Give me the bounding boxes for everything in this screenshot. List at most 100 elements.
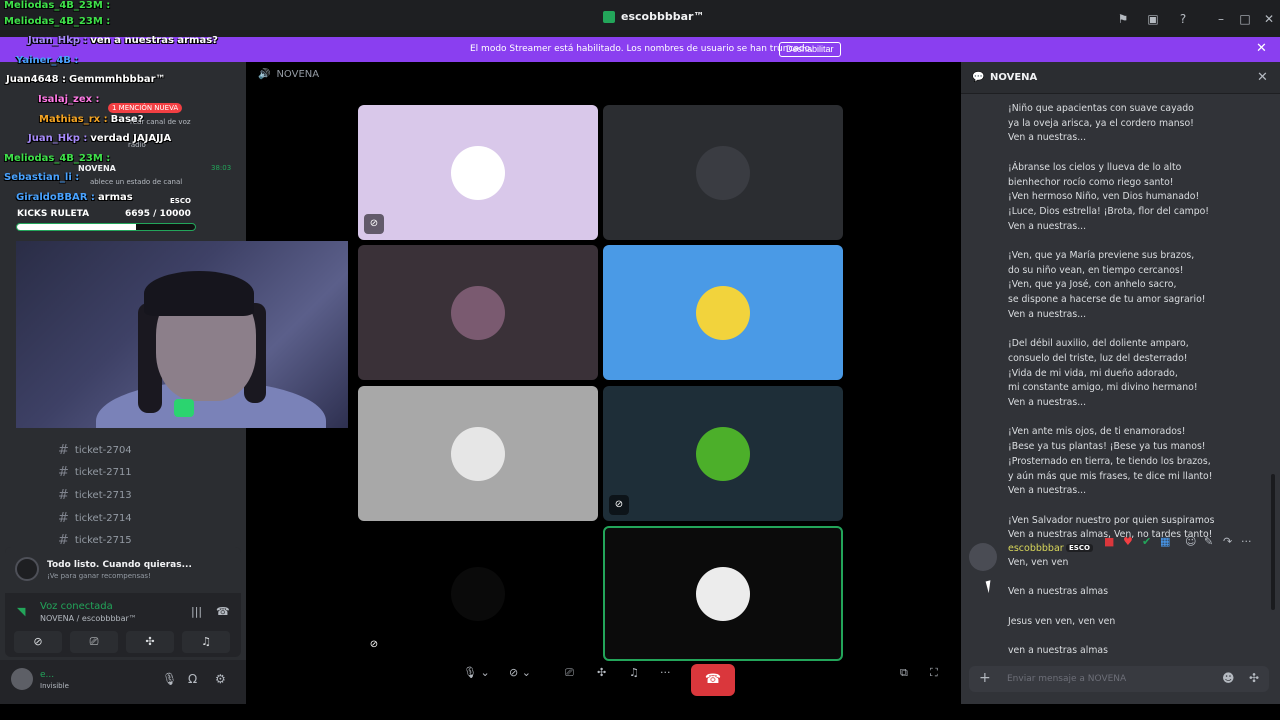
message-input[interactable] [1007, 671, 1207, 687]
webcam-mic [174, 399, 194, 417]
voice-connected-label[interactable]: Voz conectada [40, 601, 113, 612]
more-icon[interactable]: ··· [1241, 535, 1252, 548]
chat-poem-line: Ven a nuestras... [1008, 132, 1087, 144]
heart-reaction-icon[interactable]: ♥ [1123, 535, 1133, 548]
inbox-icon[interactable]: ▣ [1146, 12, 1160, 26]
chat-poem-line: ¡Ven hermoso Niño, ven Dios humanado! [1008, 191, 1200, 203]
microphone-icon[interactable]: 🎙 [162, 672, 177, 686]
chat-poem-line: bienhechor rocío como riego santo! [1008, 176, 1174, 188]
participant-avatar [696, 145, 750, 200]
chat-poem-line: ¡Bese ya tus plantas! ¡Bese ya tus manos… [1008, 441, 1206, 453]
chat-header: 💬 NOVENA ✕ [961, 62, 1280, 94]
close-icon[interactable]: ✕ [1262, 12, 1276, 26]
forward-icon[interactable]: ↷ [1223, 535, 1232, 548]
soundboard-button[interactable]: ♫ [182, 631, 230, 653]
screen-share-button[interactable]: ⎚ [70, 631, 118, 653]
rewards-subtitle: ¡Ve para ganar recompensas! [47, 572, 151, 580]
activities-button[interactable]: ✣ [126, 631, 174, 653]
image-reaction-icon[interactable]: ▦ [1160, 535, 1170, 548]
chat-text: Gemmmhbbbar™ [69, 74, 166, 85]
chat-poem-line: Ven a nuestras... [1008, 485, 1087, 497]
author-name[interactable]: escobbbbar [1008, 543, 1064, 554]
radio-hint: radio [128, 141, 146, 149]
chat-user: Meliodas_4B_23M : [4, 16, 111, 27]
activities-icon[interactable]: ✣ [597, 666, 606, 679]
chat-poem-line: se dispone a hacerse de tu amor sagrario… [1008, 294, 1206, 306]
hang-up-button[interactable]: ☎ [691, 664, 735, 696]
participant-tile[interactable] [603, 105, 843, 240]
participant-tile[interactable] [358, 386, 598, 521]
settings-gear-icon[interactable]: ⚙ [215, 672, 226, 686]
chat-poem-line: ¡Ven, que ya José, con anhelo sacro, [1008, 279, 1177, 291]
mention-badge[interactable]: 1 MENCIÓN NUEVA [108, 103, 183, 113]
camera-toggle-icon[interactable]: ⊘ ⌄ [509, 666, 531, 679]
headphones-icon[interactable]: Ω [188, 672, 197, 686]
chat-user: Mathias_rx : [39, 114, 108, 125]
channel-ticket-2713[interactable]: # ticket-2713 [58, 485, 132, 505]
chat-poem-line: ¡Ven ante mis ojos, de ti enamorados! [1008, 426, 1186, 438]
mic-toggle-icon[interactable]: 🎙 ⌄ [463, 666, 490, 679]
overlay-channel-label: NOVENA [78, 164, 116, 173]
chat-message: Jesus ven ven, ven ven [1008, 616, 1116, 627]
hash-icon: # [58, 442, 69, 458]
chat-user: Yainer_4B : [16, 55, 79, 66]
camera-off-button[interactable]: ⊘ [14, 631, 62, 653]
screen-share-icon[interactable]: ⎚ [565, 666, 574, 680]
channel-label: ticket-2715 [74, 534, 132, 546]
channel-ticket-2714[interactable]: # ticket-2714 [58, 508, 132, 528]
overlay-chat-line: Meliodas_4B_23M : [4, 153, 113, 164]
help-icon[interactable]: ? [1176, 12, 1190, 26]
chat-user: Sebastian_li : [4, 172, 80, 183]
avatar[interactable] [11, 668, 33, 690]
chat-poem-line: ¡Del débil auxilio, del doliente amparo, [1008, 338, 1189, 350]
disable-streamer-mode-button[interactable]: Deshabilitar [779, 42, 841, 57]
stage-header: 🔊 NOVENA [258, 69, 319, 80]
kicks-ruleta-fill [17, 224, 137, 230]
channel-ticket-2704[interactable]: # ticket-2704 [58, 440, 132, 460]
muted-icon: ⊘ [364, 635, 384, 655]
emoji-icon[interactable]: ☻ [1222, 671, 1235, 685]
chat-message: Ven a nuestras almas [1008, 586, 1109, 597]
participant-tile[interactable] [603, 245, 843, 380]
participant-tile-speaking[interactable] [603, 526, 843, 661]
chat-scrollbar[interactable] [1271, 474, 1275, 610]
rewards-card[interactable]: Todo listo. Cuando quieras... ¡Ve para g… [5, 547, 241, 593]
window-title-text: escobbbbar™ [621, 10, 705, 23]
edit-icon[interactable]: ✎ [1204, 535, 1213, 548]
chat-poem-line: Ven a nuestras... [1008, 220, 1087, 232]
esco-tag: ESCO [170, 197, 191, 205]
overlay-chat-line: Juan4648 : Gemmmhbbbar™ [6, 74, 166, 85]
fullscreen-icon[interactable]: ⛶ [930, 666, 938, 680]
participant-tile[interactable] [358, 245, 598, 380]
soundboard-wave-icon[interactable]: ||| [191, 605, 202, 618]
overlay-chat-line: Yainer_4B : [16, 55, 81, 66]
chat-user: GiraldoBBAR : [16, 192, 95, 203]
channel-label: ticket-2713 [74, 489, 132, 501]
flag-icon[interactable]: ⚑ [1116, 12, 1130, 26]
disconnect-icon[interactable]: ☎ [216, 605, 230, 618]
participant-tile[interactable]: ⊘ [358, 526, 598, 661]
overlay-chat-line: Juan_Hkp : verdad JAJAJJA [28, 133, 171, 144]
voice-stage [246, 62, 954, 704]
author-avatar[interactable] [969, 543, 997, 571]
maximize-icon[interactable]: □ [1238, 12, 1252, 26]
add-attachment-icon[interactable]: + [979, 670, 991, 686]
apps-icon[interactable]: ✣ [1249, 671, 1259, 685]
add-reaction-icon[interactable]: ☺ [1185, 535, 1196, 548]
check-reaction-icon[interactable]: ✔ [1142, 535, 1151, 548]
server-icon [603, 10, 615, 23]
chat-text: ven a nuestras armas? [90, 35, 218, 46]
minimize-icon[interactable]: – [1214, 12, 1228, 26]
chat-user: Juan4648 : [6, 74, 67, 85]
participant-tile[interactable]: ⊘ [603, 386, 843, 521]
channel-ticket-2711[interactable]: # ticket-2711 [58, 462, 132, 482]
chat-close-icon[interactable]: ✕ [1257, 70, 1268, 85]
overlay-chat-line: Sebastian_li : [4, 172, 82, 183]
participant-tile[interactable]: ⊘ [358, 105, 598, 240]
pop-out-icon[interactable]: ⧉ [900, 666, 908, 680]
orb-icon [15, 557, 39, 581]
more-options-icon[interactable]: ··· [660, 666, 671, 679]
kicks-ruleta-count: 6695 / 10000 [125, 209, 191, 219]
soundboard-icon[interactable]: ♫ [629, 666, 639, 679]
banner-close-icon[interactable]: ✕ [1256, 41, 1267, 56]
